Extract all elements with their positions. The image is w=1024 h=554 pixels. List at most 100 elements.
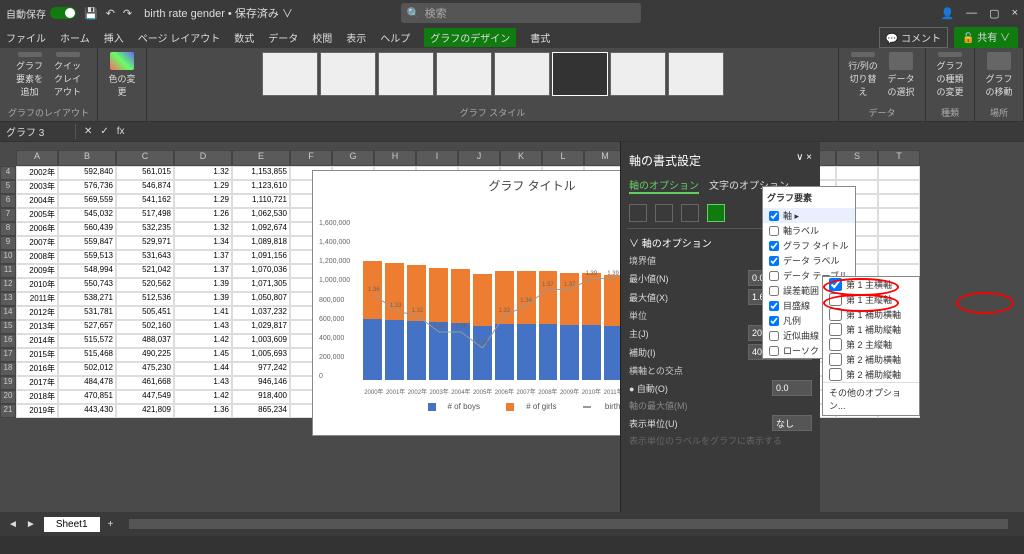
cell[interactable]: 2008年 bbox=[16, 250, 58, 264]
col-header[interactable]: T bbox=[878, 150, 920, 166]
cell[interactable]: 531,643 bbox=[116, 250, 174, 264]
cell[interactable]: 1,091,156 bbox=[232, 250, 290, 264]
size-icon[interactable] bbox=[681, 204, 699, 222]
save-icon[interactable]: 💾 bbox=[84, 7, 98, 20]
cell[interactable]: 538,271 bbox=[58, 292, 116, 306]
cell[interactable]: 550,743 bbox=[58, 278, 116, 292]
axis-submenu-item[interactable]: 第 2 補助縦軸 bbox=[823, 367, 919, 382]
menu-data[interactable]: データ bbox=[268, 30, 298, 45]
sheet-tab-sheet1[interactable]: Sheet1 bbox=[44, 517, 100, 532]
cell[interactable]: 461,668 bbox=[116, 376, 174, 390]
col-header[interactable]: A bbox=[16, 150, 58, 166]
cell[interactable]: 531,781 bbox=[58, 306, 116, 320]
select-data-button[interactable]: データの選択 bbox=[885, 52, 917, 98]
y-axis-primary[interactable]: 0200,000400,000600,000800,0001,000,0001,… bbox=[319, 220, 350, 380]
horizontal-scrollbar[interactable] bbox=[129, 519, 1008, 529]
cell[interactable]: 2005年 bbox=[16, 208, 58, 222]
menu-insert[interactable]: 挿入 bbox=[104, 30, 124, 45]
menu-format[interactable]: 書式 bbox=[530, 30, 550, 45]
col-header[interactable]: S bbox=[836, 150, 878, 166]
autosave-toggle[interactable]: 自動保存 bbox=[6, 6, 76, 21]
row-header[interactable]: 21 bbox=[0, 404, 16, 418]
cell[interactable] bbox=[878, 236, 920, 250]
axis-icon[interactable] bbox=[707, 204, 725, 222]
cell[interactable]: 1,092,674 bbox=[232, 222, 290, 236]
cell[interactable]: 2004年 bbox=[16, 194, 58, 208]
row-header[interactable]: 16 bbox=[0, 334, 16, 348]
cell[interactable]: 470,851 bbox=[58, 390, 116, 404]
menu-home[interactable]: ホーム bbox=[60, 30, 90, 45]
effects-icon[interactable] bbox=[655, 204, 673, 222]
cell[interactable]: 2011年 bbox=[16, 292, 58, 306]
cell[interactable]: 546,874 bbox=[116, 180, 174, 194]
chart-style-thumb[interactable] bbox=[494, 52, 550, 96]
cross-value-input[interactable] bbox=[772, 380, 812, 396]
cell[interactable]: 1.42 bbox=[174, 390, 232, 404]
axis-submenu-item[interactable]: 第 1 主縦軸 bbox=[823, 292, 919, 307]
cell[interactable]: 2006年 bbox=[16, 222, 58, 236]
cell[interactable]: 1.29 bbox=[174, 194, 232, 208]
chart-element-item[interactable]: グラフ タイトル bbox=[763, 238, 855, 253]
cell[interactable]: 527,657 bbox=[58, 320, 116, 334]
cell[interactable]: 548,994 bbox=[58, 264, 116, 278]
cell[interactable]: 1.45 bbox=[174, 348, 232, 362]
scroll-right-icon[interactable]: ► bbox=[26, 519, 36, 530]
row-header[interactable]: 10 bbox=[0, 250, 16, 264]
cancel-icon[interactable]: ✕ bbox=[84, 126, 92, 137]
cell[interactable]: 1,123,610 bbox=[232, 180, 290, 194]
row-header[interactable]: 17 bbox=[0, 348, 16, 362]
row-header[interactable]: 19 bbox=[0, 376, 16, 390]
cell[interactable] bbox=[878, 208, 920, 222]
cross-axismax-radio[interactable]: 軸の最大値(M) bbox=[629, 399, 688, 412]
cell[interactable]: 865,234 bbox=[232, 404, 290, 418]
menu-file[interactable]: ファイル bbox=[6, 30, 46, 45]
switch-rowcol-button[interactable]: 行/列の切り替え bbox=[847, 52, 879, 98]
cell[interactable]: 1,037,232 bbox=[232, 306, 290, 320]
col-header[interactable]: L bbox=[542, 150, 584, 166]
cell[interactable]: 517,498 bbox=[116, 208, 174, 222]
cell[interactable]: 1,062,530 bbox=[232, 208, 290, 222]
cell[interactable]: 1,070,036 bbox=[232, 264, 290, 278]
col-header[interactable]: J bbox=[458, 150, 500, 166]
cell[interactable]: 475,230 bbox=[116, 362, 174, 376]
cell[interactable]: 946,146 bbox=[232, 376, 290, 390]
row-header[interactable]: 14 bbox=[0, 306, 16, 320]
row-header[interactable]: 8 bbox=[0, 222, 16, 236]
row-header[interactable]: 4 bbox=[0, 166, 16, 180]
col-header[interactable]: I bbox=[416, 150, 458, 166]
document-title[interactable]: birth rate gender • 保存済み ∨ bbox=[144, 5, 293, 21]
menu-chartdesign[interactable]: グラフのデザイン bbox=[424, 28, 516, 47]
cell[interactable]: 521,042 bbox=[116, 264, 174, 278]
row-header[interactable]: 12 bbox=[0, 278, 16, 292]
cell[interactable]: 2014年 bbox=[16, 334, 58, 348]
toggle-on-icon[interactable] bbox=[50, 7, 76, 19]
chart-style-thumb[interactable] bbox=[262, 52, 318, 96]
chart-style-thumb[interactable] bbox=[436, 52, 492, 96]
axis-submenu-item[interactable]: 第 1 主横軸 bbox=[823, 277, 919, 292]
change-chart-type-button[interactable]: グラフの種類の変更 bbox=[934, 52, 966, 98]
cell[interactable]: 1.34 bbox=[174, 236, 232, 250]
display-unit-select[interactable] bbox=[772, 415, 812, 431]
cell[interactable]: 505,451 bbox=[116, 306, 174, 320]
search-input[interactable]: 🔍 検索 bbox=[401, 3, 641, 23]
col-header[interactable]: H bbox=[374, 150, 416, 166]
new-sheet-button[interactable]: + bbox=[108, 519, 114, 530]
cell[interactable]: 502,160 bbox=[116, 320, 174, 334]
cell[interactable] bbox=[878, 222, 920, 236]
cell[interactable]: 1.36 bbox=[174, 404, 232, 418]
cell[interactable] bbox=[836, 166, 878, 180]
cell[interactable]: 1.39 bbox=[174, 278, 232, 292]
cell[interactable]: 1,005,693 bbox=[232, 348, 290, 362]
cell[interactable]: 1,050,807 bbox=[232, 292, 290, 306]
cell[interactable]: 488,037 bbox=[116, 334, 174, 348]
move-chart-button[interactable]: グラフの移動 bbox=[983, 52, 1015, 98]
cell[interactable]: 1.32 bbox=[174, 222, 232, 236]
cell[interactable]: 1.37 bbox=[174, 250, 232, 264]
cell[interactable]: 1.42 bbox=[174, 334, 232, 348]
cell[interactable]: 918,400 bbox=[232, 390, 290, 404]
cell[interactable]: 1.44 bbox=[174, 362, 232, 376]
cell[interactable]: 2009年 bbox=[16, 264, 58, 278]
cell[interactable]: 2018年 bbox=[16, 390, 58, 404]
cell[interactable]: 1.37 bbox=[174, 264, 232, 278]
col-header[interactable]: K bbox=[500, 150, 542, 166]
